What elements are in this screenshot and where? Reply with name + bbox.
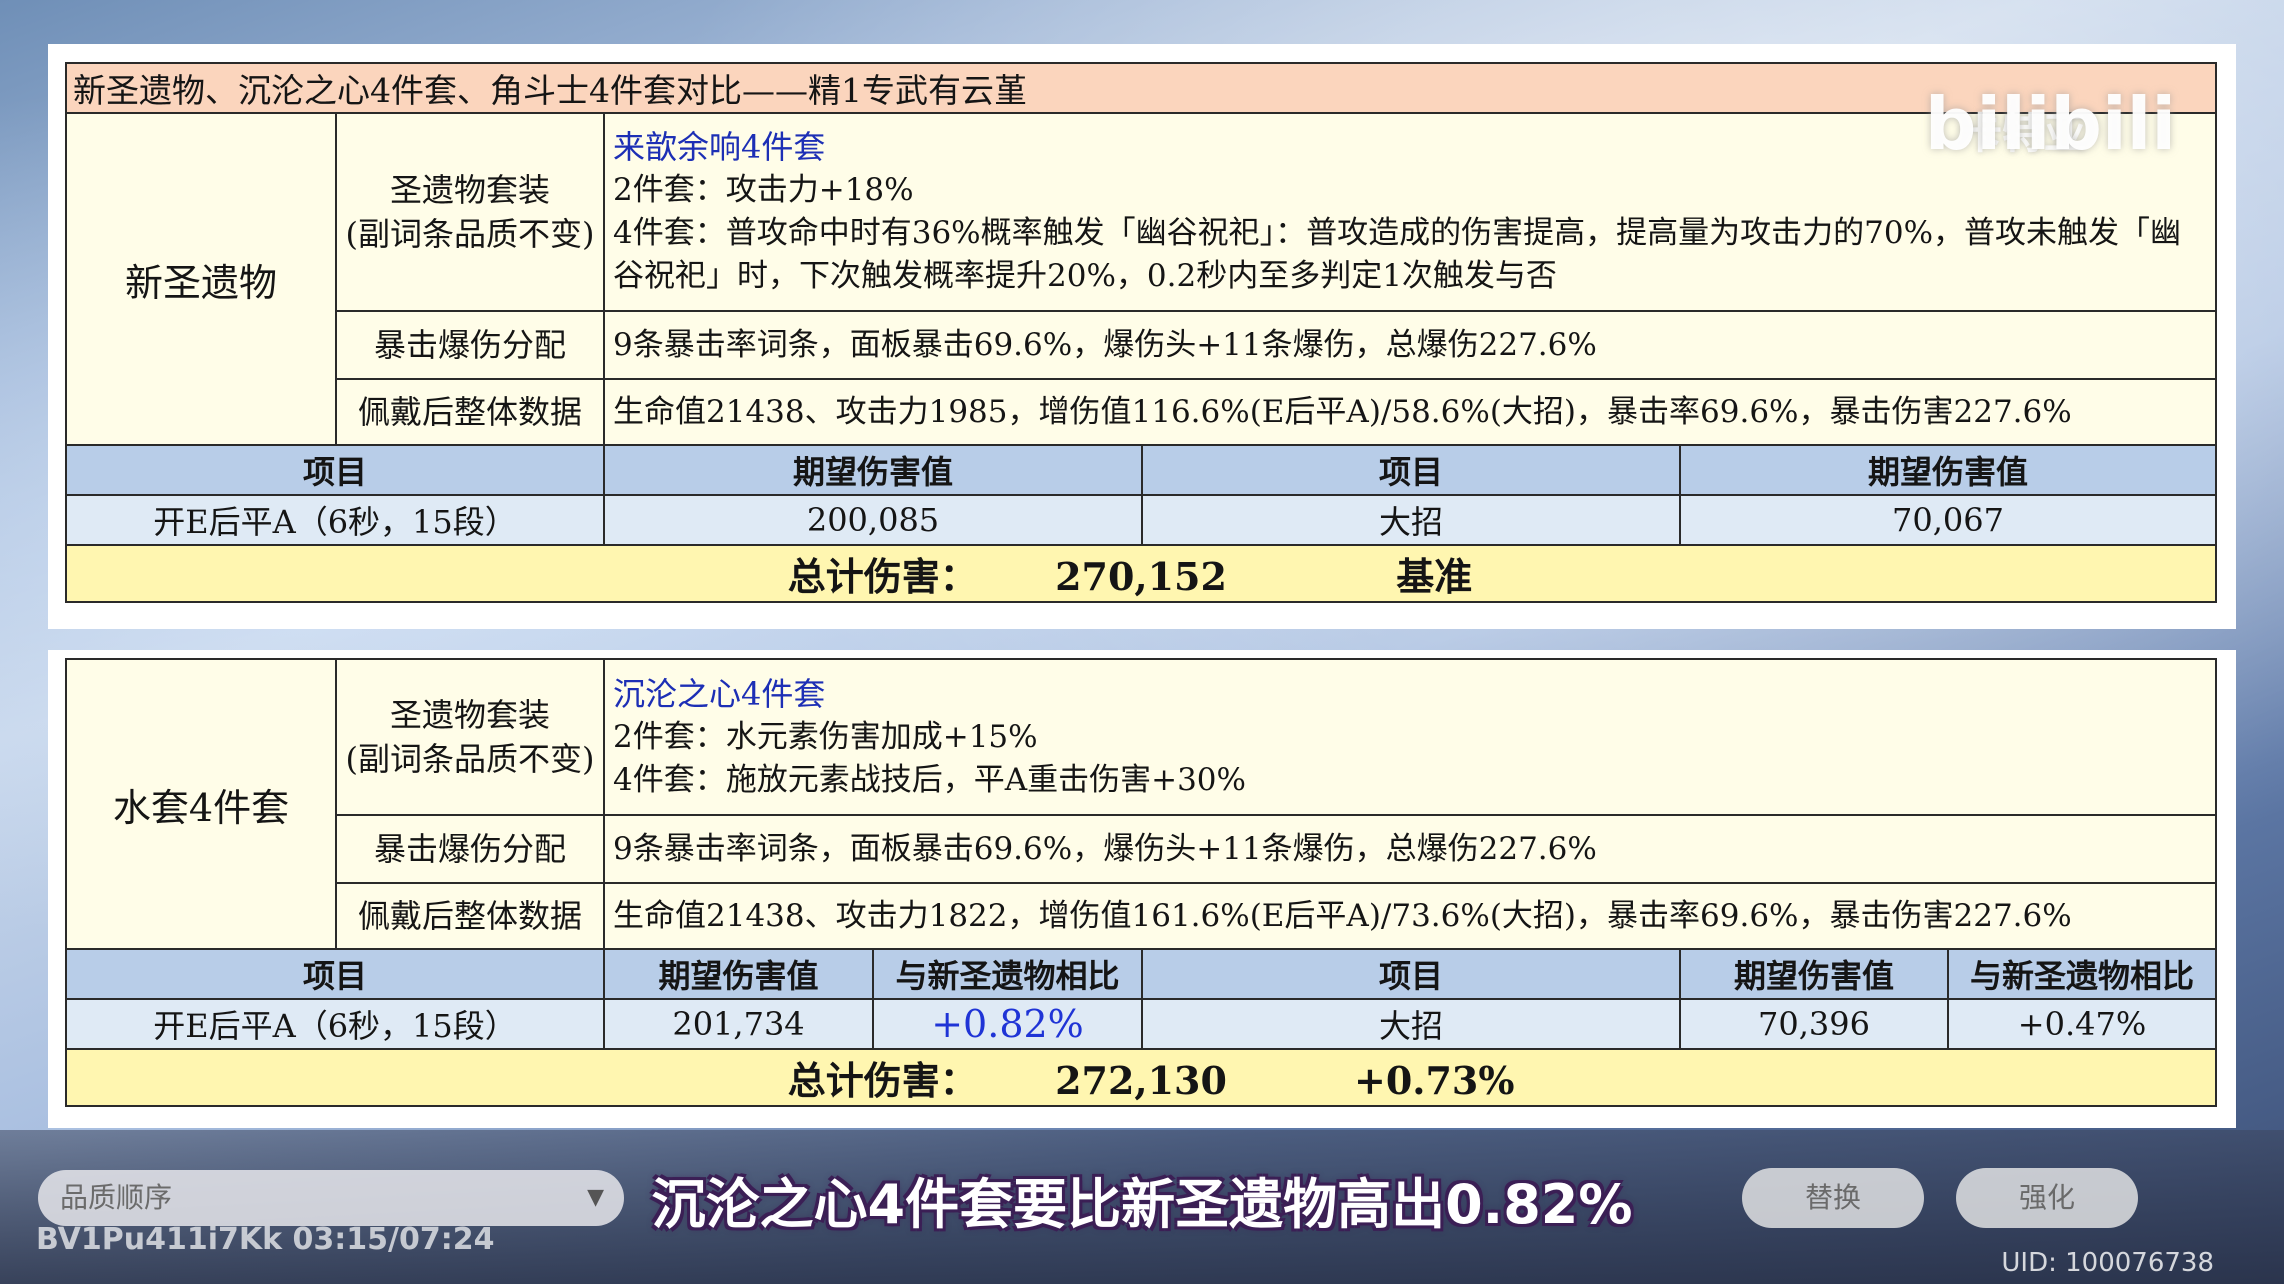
col-header-item: 项目 xyxy=(65,948,605,1000)
set-2pc-bonus: 2件套：水元素伤害加成+15% xyxy=(613,718,1038,755)
total-damage-row: 总计伤害： 272,130 +0.73% xyxy=(65,1048,2217,1107)
stats-label: 佩戴后整体数据 xyxy=(335,882,605,950)
video-bv-timestamp: BV1Pu411i7Kk 03:15/07:24 xyxy=(36,1222,495,1257)
set-row-label: 圣遗物套装 (副词条品质不变) xyxy=(335,658,605,816)
set-name: 沉沦之心4件套 xyxy=(613,674,826,713)
cell-compare-burst: +0.47% xyxy=(1947,998,2217,1050)
total-damage-row: 总计伤害： 270,152 基准 xyxy=(65,544,2217,603)
comparison-panel-new-artifact: 新圣遗物、沉沦之心4件套、角斗士4件套对比——精1专武有云堇 新圣遗物 圣遗物套… xyxy=(48,44,2236,629)
col-header-item: 项目 xyxy=(1141,444,1681,496)
set-row-label-sub: (副词条品质不变) xyxy=(345,215,595,253)
col-header-item: 项目 xyxy=(65,444,605,496)
total-value: 270,152 xyxy=(1055,554,1227,599)
crit-label: 暴击爆伤分配 xyxy=(335,310,605,380)
set-4pc-bonus: 4件套：施放元素战技后，平A重击伤害+30% xyxy=(613,761,1246,798)
new-artifact-table: 新圣遗物、沉沦之心4件套、角斗士4件套对比——精1专武有云堇 新圣遗物 圣遗物套… xyxy=(65,62,2217,603)
set-row-label-main: 圣遗物套装 xyxy=(389,171,550,209)
cell-damage-burst: 70,396 xyxy=(1679,998,1949,1050)
stats-text: 生命值21438、攻击力1985，增伤值116.6%(E后平A)/58.6%(大… xyxy=(603,378,2217,446)
total-note: +0.73% xyxy=(1353,1058,1515,1103)
cell-item-normal-attack: 开E后平A（6秒，15段） xyxy=(65,998,605,1050)
stats-label: 佩戴后整体数据 xyxy=(335,378,605,446)
total-value: 272,130 xyxy=(1055,1058,1227,1103)
section-label: 水套4件套 xyxy=(65,658,337,950)
cell-compare-normal-attack: +0.82% xyxy=(872,998,1143,1050)
total-label: 总计伤害： xyxy=(787,554,978,599)
hydro-set-table: 水套4件套 圣遗物套装 (副词条品质不变) 沉沦之心4件套 2件套：水元素伤害加… xyxy=(65,658,2217,1107)
set-row-label-main: 圣遗物套装 xyxy=(389,696,550,734)
cell-damage-normal-attack: 201,734 xyxy=(603,998,874,1050)
set-description: 沉沦之心4件套 2件套：水元素伤害加成+15% 4件套：施放元素战技后，平A重击… xyxy=(603,658,2217,816)
bilibili-logo: bilibili xyxy=(1924,82,2176,166)
col-header-item: 项目 xyxy=(1141,948,1681,1000)
total-note: 基准 xyxy=(1396,554,1473,599)
player-uid: UID: 100076738 xyxy=(2001,1248,2214,1278)
stats-text: 生命值21438、攻击力1822，增伤值161.6%(E后平A)/73.6%(大… xyxy=(603,882,2217,950)
set-2pc-bonus: 2件套：攻击力+18% xyxy=(613,172,914,208)
set-4pc-bonus: 4件套：普攻命中时有36%概率触发「幽谷祝祀」：普攻造成的伤害提高，提高量为攻击… xyxy=(613,215,2182,294)
col-header-damage: 期望伤害值 xyxy=(603,444,1143,496)
total-label: 总计伤害： xyxy=(787,1058,978,1103)
col-header-damage: 期望伤害值 xyxy=(603,948,874,1000)
col-header-damage: 期望伤害值 xyxy=(1679,948,1949,1000)
col-header-damage: 期望伤害值 xyxy=(1679,444,2217,496)
crit-text: 9条暴击率词条，面板暴击69.6%，爆伤头+11条爆伤，总爆伤227.6% xyxy=(603,310,2217,380)
cell-item-normal-attack: 开E后平A（6秒，15段） xyxy=(65,494,605,546)
crit-text: 9条暴击率词条，面板暴击69.6%，爆伤头+11条爆伤，总爆伤227.6% xyxy=(603,814,2217,884)
col-header-compare: 与新圣遗物相比 xyxy=(1947,948,2217,1000)
cell-item-burst: 大招 xyxy=(1141,998,1681,1050)
section-label: 新圣遗物 xyxy=(65,112,337,446)
set-row-label-sub: (副词条品质不变) xyxy=(345,740,595,778)
crit-label: 暴击爆伤分配 xyxy=(335,814,605,884)
cell-damage-burst: 70,067 xyxy=(1679,494,2217,546)
col-header-compare: 与新圣遗物相比 xyxy=(872,948,1143,1000)
cell-damage-normal-attack: 200,085 xyxy=(603,494,1143,546)
page-title: 新圣遗物、沉沦之心4件套、角斗士4件套对比——精1专武有云堇 xyxy=(65,62,2217,114)
comparison-panel-hydro-set: 水套4件套 圣遗物套装 (副词条品质不变) 沉沦之心4件套 2件套：水元素伤害加… xyxy=(48,650,2236,1128)
set-row-label: 圣遗物套装 (副词条品质不变) xyxy=(335,112,605,312)
cell-item-burst: 大招 xyxy=(1141,494,1681,546)
